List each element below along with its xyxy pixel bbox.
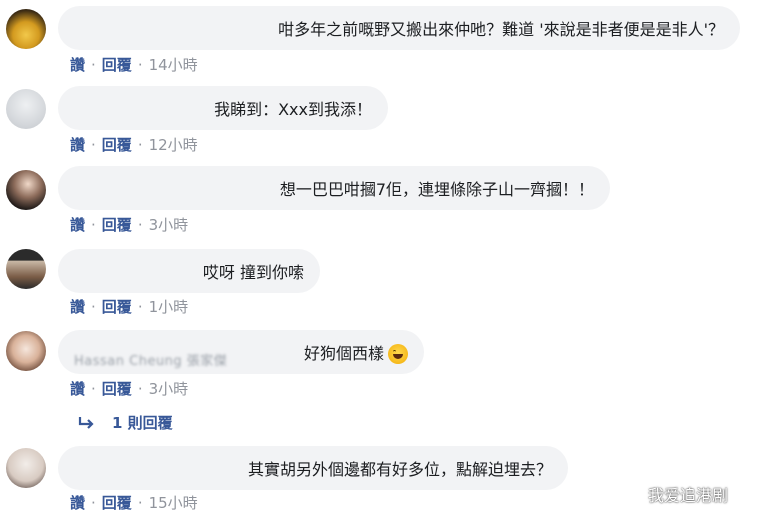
separator-dot: · (91, 215, 96, 234)
comment-actions: 讚 · 回覆 · 3小時 (70, 378, 188, 399)
separator-dot: · (91, 55, 96, 74)
comment-text: 我睇到：Xxx到我添！ (214, 100, 372, 119)
avatar[interactable] (6, 249, 46, 289)
comment-text: 好狗個西樣 (303, 343, 384, 363)
avatar[interactable] (6, 448, 46, 488)
like-link[interactable]: 讚 (70, 134, 85, 155)
avatar[interactable] (6, 170, 46, 210)
comment-bubble: 我睇到：Xxx到我添！ (58, 86, 388, 130)
like-link[interactable]: 讚 (70, 378, 85, 399)
timestamp[interactable]: 12小時 (149, 134, 198, 155)
separator-dot: · (91, 297, 96, 316)
timestamp[interactable]: 3小時 (149, 214, 189, 235)
watermark-text: 我爱追港剧 (648, 486, 729, 505)
reply-arrow-icon (78, 416, 94, 429)
avatar[interactable] (6, 9, 46, 49)
comment-thread: 咁多年之前嘅野又搬出來仲吔？難道 '來說是非者便是是非人'？ 讚 · 回覆 · … (0, 0, 768, 527)
comment-bubble: Hassan Cheung 張家傑 好狗個西樣 (58, 330, 424, 374)
separator-dot: · (91, 379, 96, 398)
comment-actions: 讚 · 回覆 · 15小時 (70, 492, 198, 513)
like-link[interactable]: 讚 (70, 296, 85, 317)
comment-actions: 讚 · 回覆 · 3小時 (70, 214, 188, 235)
comment-bubble: 咁多年之前嘅野又搬出來仲吔？難道 '來說是非者便是是非人'？ (58, 6, 740, 50)
comment-actions: 讚 · 回覆 · 1小時 (70, 296, 188, 317)
comment-text: 想一巴巴咁摑7佢，連埋條除子山一齊摑！！ (279, 180, 594, 199)
timestamp[interactable]: 15小時 (149, 492, 198, 513)
separator-dot: · (91, 493, 96, 512)
separator-dot: · (137, 493, 143, 512)
replies-count-label[interactable]: 1 則回覆 (112, 412, 173, 433)
reply-link[interactable]: 回覆 (102, 296, 132, 317)
wechat-icon (617, 484, 643, 504)
timestamp[interactable]: 14小時 (149, 54, 198, 75)
view-replies-link[interactable]: 1 則回覆 (78, 412, 173, 433)
reply-link[interactable]: 回覆 (102, 54, 132, 75)
comment-bubble: 想一巴巴咁摑7佢，連埋條除子山一齊摑！！ (58, 166, 610, 210)
avatar[interactable] (6, 89, 46, 129)
separator-dot: · (137, 379, 143, 398)
separator-dot: · (137, 297, 143, 316)
comment-bubble: 其實胡另外個邊都有好多位，點解迫埋去？ (58, 446, 568, 490)
like-link[interactable]: 讚 (70, 492, 85, 513)
comment-bubble: 哎呀 撞到你嗦 (58, 249, 320, 293)
avatar[interactable] (6, 331, 46, 371)
reply-link[interactable]: 回覆 (102, 378, 132, 399)
like-link[interactable]: 讚 (70, 214, 85, 235)
separator-dot: · (137, 55, 143, 74)
timestamp[interactable]: 3小時 (149, 378, 189, 399)
comment-text: 咁多年之前嘅野又搬出來仲吔？難道 '來說是非者便是是非人'？ (278, 20, 724, 39)
separator-dot: · (137, 215, 143, 234)
reply-link[interactable]: 回覆 (102, 214, 132, 235)
watermark: 我爱追港剧 (616, 482, 728, 506)
like-link[interactable]: 讚 (70, 54, 85, 75)
timestamp[interactable]: 1小時 (149, 296, 189, 317)
comment-text: 哎呀 撞到你嗦 (202, 263, 304, 282)
comment-actions: 讚 · 回覆 · 12小時 (70, 134, 198, 155)
comment-text: 其實胡另外個邊都有好多位，點解迫埋去？ (247, 460, 552, 479)
grinning-sweat-emoji-icon (388, 344, 408, 365)
reply-link[interactable]: 回覆 (102, 134, 132, 155)
separator-dot: · (91, 135, 96, 154)
reply-link[interactable]: 回覆 (102, 492, 132, 513)
commenter-name[interactable]: Hassan Cheung 張家傑 (74, 350, 227, 369)
comment-actions: 讚 · 回覆 · 14小時 (70, 54, 198, 75)
separator-dot: · (137, 135, 143, 154)
